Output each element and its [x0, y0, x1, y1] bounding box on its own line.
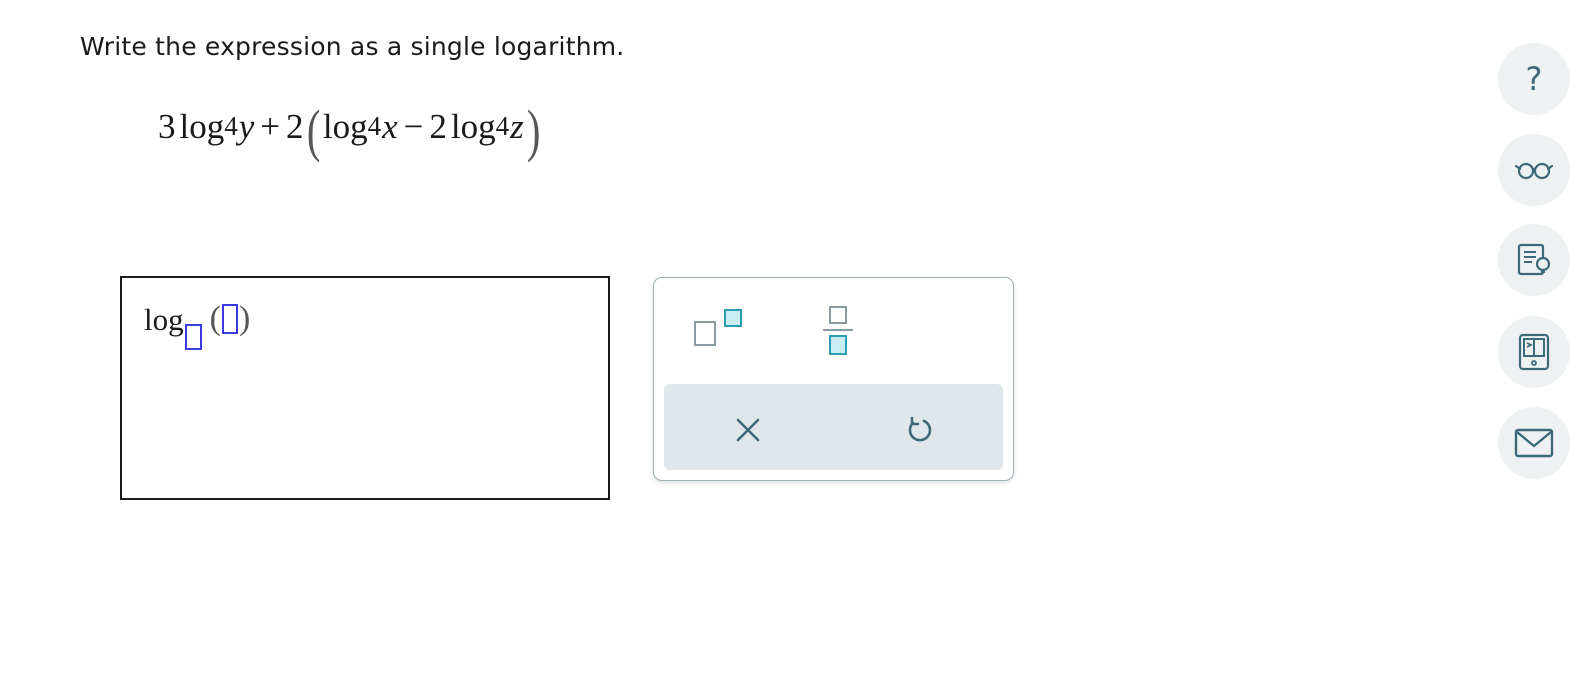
answer-log-text: log	[144, 302, 184, 337]
exponent-template-button[interactable]	[692, 306, 748, 354]
undo-button[interactable]	[901, 412, 937, 448]
question-mark-icon: ?	[1525, 60, 1543, 98]
math-palette	[653, 277, 1014, 481]
log-argument-placeholder[interactable]	[221, 304, 238, 334]
exponent-template-icon	[694, 321, 716, 346]
glasses-icon	[1515, 162, 1553, 180]
textbook-button[interactable]	[1498, 224, 1570, 296]
expr-left-paren: (	[306, 98, 320, 163]
question-prompt: Write the expression as a single logarit…	[80, 32, 625, 61]
expr-coef-1: 3	[158, 106, 176, 146]
ebook-button[interactable]	[1498, 316, 1570, 388]
undo-icon	[908, 416, 932, 442]
palette-action-bar	[664, 384, 1003, 470]
expr-right-paren: )	[526, 98, 541, 163]
mail-icon	[1514, 428, 1554, 458]
answer-right-paren: )	[238, 300, 251, 337]
textbook-icon	[1517, 243, 1551, 276]
message-instructor-button[interactable]	[1498, 407, 1570, 479]
exponent-superscript-box	[724, 309, 742, 327]
close-x-icon	[736, 418, 760, 442]
clear-button[interactable]	[730, 412, 766, 448]
expr-coef-2: 2	[286, 106, 304, 146]
expr-plus: +	[260, 106, 281, 146]
answer-input-box[interactable]: log ( )	[120, 276, 610, 500]
expr-log-3: log	[450, 106, 496, 146]
expr-var-x: x	[382, 106, 398, 146]
expr-var-y: y	[238, 106, 255, 146]
fraction-template-icon	[829, 306, 847, 324]
calculator-icon	[1518, 333, 1550, 371]
fraction-bar	[823, 329, 853, 331]
fraction-denominator-box	[829, 335, 847, 355]
log-argument-group: ( )	[210, 302, 251, 336]
expr-var-z: z	[510, 106, 524, 146]
expr-log-1: log	[179, 106, 225, 146]
view-example-button[interactable]	[1498, 134, 1570, 206]
expr-log-2: log	[322, 106, 368, 146]
answer-left-paren: (	[209, 300, 221, 337]
expr-coef-3: 2	[429, 106, 447, 146]
fraction-template-button[interactable]	[819, 304, 859, 358]
answer-expression: log ( )	[144, 302, 250, 350]
help-button[interactable]: ?	[1498, 43, 1570, 115]
math-expression: 3 log 4 y + 2 ( log 4 x − 2 log 4 z )	[158, 98, 541, 163]
expr-minus: −	[403, 106, 424, 146]
log-base-placeholder[interactable]	[184, 324, 202, 350]
